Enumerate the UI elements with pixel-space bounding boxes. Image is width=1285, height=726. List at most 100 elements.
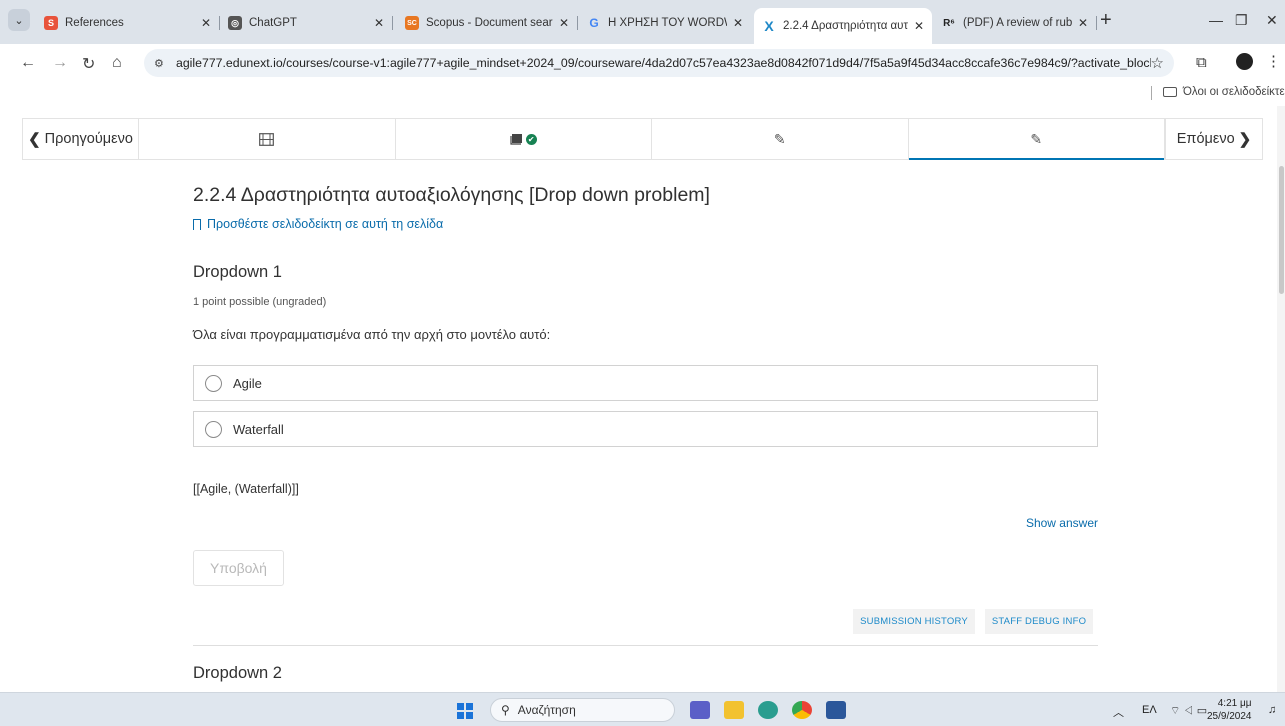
sequence-tab-reading[interactable]: ✔ [396,119,652,159]
close-tab-icon[interactable]: ✕ [1078,16,1088,30]
next-button[interactable]: Επόμενο ❯ [1165,119,1262,159]
show-answer-link[interactable]: Show answer [1026,516,1098,530]
close-tab-icon[interactable]: ✕ [374,16,384,30]
browser-toolbar: ← → ↻ ⌂ ⚙ agile777.edunext.io/courses/co… [0,44,1285,82]
page-scrollbar[interactable] [1277,106,1285,692]
tab-title: References [65,17,124,29]
submission-history-button[interactable]: SUBMISSION HISTORY [853,609,975,634]
scopus-favicon-icon: SC [405,16,419,30]
video-icon [259,132,275,146]
close-tab-icon[interactable]: ✕ [559,16,569,30]
tab-separator [1096,16,1097,30]
browser-tab[interactable]: ◎ ChatGPT ✕ [220,8,393,38]
problem-divider [193,645,1098,646]
tab-search-menu-button[interactable]: ⌄ [8,9,30,31]
windows-taskbar: ⚲ Αναζήτηση ︿ ΕΛ ⌔ ◁ ▭ 4:21 μμ 25/9/2024… [0,692,1285,726]
tab-title: (PDF) A review of rubric us [963,17,1072,29]
chrome-icon[interactable] [792,701,812,719]
sequence-tab-video[interactable] [139,119,396,159]
tab-title: 2.2.4 Δραστηριότητα αυτο [783,20,908,32]
chatgpt-favicon-icon: ◎ [228,16,242,30]
tab-separator [577,16,578,30]
clock-time: 4:21 μμ [1217,698,1252,709]
more-menu-icon[interactable]: ⋮ [1266,52,1281,70]
staff-debug-info-button[interactable]: STAFF DEBUG INFO [985,609,1093,634]
close-tab-icon[interactable]: ✕ [914,19,924,33]
restore-window-button[interactable]: ❐ [1235,12,1248,29]
sequence-tab-problem[interactable]: ✎ [652,119,909,159]
reload-icon[interactable]: ↻ [82,54,95,74]
submit-button[interactable]: Υποβολή [193,550,284,586]
edit-icon: ✎ [773,130,786,147]
address-bar[interactable]: ⚙ agile777.edunext.io/courses/course-v1:… [144,49,1174,77]
sequence-tab-problem-active[interactable]: ✎ [908,119,1165,160]
completed-check-icon: ✔ [525,133,537,145]
notification-bell-icon[interactable]: ♫ [1268,704,1276,716]
close-tab-icon[interactable]: ✕ [733,16,743,30]
radio-button[interactable] [205,374,222,392]
browser-tab[interactable]: G Η ΧΡΗΣΗ ΤΟΥ WORDWALL ✕ [579,8,751,38]
taskbar-search-label: Αναζήτηση [517,703,576,717]
tray-overflow-icon[interactable]: ︿ [1113,704,1124,720]
choice-option[interactable]: Waterfall [193,411,1098,447]
radio-button[interactable] [205,420,222,438]
site-settings-icon[interactable]: ⚙ [154,57,170,70]
all-bookmarks-button[interactable]: Όλοι οι σελιδοδείκτες [1163,86,1285,98]
browser-tab[interactable]: R⁶ (PDF) A review of rubric us ✕ [934,8,1097,38]
taskbar-clock[interactable]: 4:21 μμ 25/9/2024 [1207,697,1252,723]
chevron-right-icon: ❯ [1238,131,1252,148]
choice-option[interactable]: Agile [193,365,1098,401]
previous-button[interactable]: ❮ Προηγούμενο [23,119,139,159]
close-window-button[interactable]: ✕ [1266,12,1278,29]
edge-icon[interactable] [758,701,778,719]
problem-points: 1 point possible (ungraded) [193,296,327,308]
forward-arrow-icon[interactable]: → [52,54,68,72]
bookmark-star-icon[interactable]: ☆ [1151,54,1164,72]
google-favicon-icon: G [589,16,599,30]
back-arrow-icon[interactable]: ← [20,54,36,72]
input-language-indicator[interactable]: ΕΛ [1142,704,1157,716]
close-tab-icon[interactable]: ✕ [201,16,211,30]
url-text[interactable]: agile777.edunext.io/courses/course-v1:ag… [176,56,1151,70]
profile-avatar[interactable] [1236,53,1253,70]
edunext-favicon-icon: X [764,18,774,34]
browser-tab-strip: ⌄ S References ✕ ◎ ChatGPT ✕ SC Scopus -… [0,0,1285,44]
problem-question: Όλα είναι προγραμματισμένα από την αρχή … [193,327,551,342]
word-icon[interactable] [826,701,846,719]
choice-label: Agile [233,375,262,391]
file-explorer-icon[interactable] [724,701,744,719]
bookmark-page-link[interactable]: Προσθέστε σελιδοδείκτη σε αυτή τη σελίδα [193,217,443,231]
browser-tab-active[interactable]: X 2.2.4 Δραστηριότητα αυτο ✕ [754,8,932,44]
browser-tab[interactable]: S References ✕ [36,8,220,38]
tab-separator [392,16,393,30]
previous-label: Προηγούμενο [44,131,133,147]
next-label: Επόμενο [1176,131,1235,147]
edit-icon: ✎ [1030,130,1043,147]
sequence-navigation: ❮ Προηγούμενο ✔ ✎ ✎ Επόμενο ❯ [22,118,1263,160]
home-icon[interactable]: ⌂ [112,54,122,72]
tab-title: ChatGPT [249,17,297,29]
tab-title: Η ΧΡΗΣΗ ΤΟΥ WORDWALL [608,17,727,29]
choice-label: Waterfall [233,421,284,437]
windows-start-icon[interactable] [457,703,473,719]
problem-title: Dropdown 1 [193,263,282,281]
bookmarks-bar: Όλοι οι σελιδοδείκτες [0,82,1285,106]
folder-icon [1163,87,1177,97]
new-tab-button[interactable]: + [1100,10,1112,30]
search-icon: ⚲ [501,703,510,717]
all-bookmarks-label: Όλοι οι σελιδοδείκτες [1183,86,1285,98]
unit-title: 2.2.4 Δραστηριότητα αυτοαξιολόγησης [Dro… [193,184,710,206]
minimize-window-button[interactable]: — [1209,12,1223,28]
taskbar-search-box[interactable]: ⚲ Αναζήτηση [490,698,675,722]
bookmark-icon [193,218,201,230]
tab-title: Scopus - Document search [426,17,553,29]
teams-icon[interactable] [690,701,710,719]
browser-tab[interactable]: SC Scopus - Document search ✕ [397,8,578,38]
problem-title: Dropdown 2 [193,664,282,682]
scrollbar-thumb[interactable] [1279,166,1284,294]
wifi-volume-battery-icon[interactable]: ⌔ ◁ ▭ [1170,704,1207,718]
extensions-icon[interactable]: ⧉ [1196,54,1207,71]
course-page: ❮ Προηγούμενο ✔ ✎ ✎ Επόμενο ❯ 2.2.4 Δρασ… [0,106,1285,692]
answer-text: [[Agile, (Waterfall)]] [193,482,299,496]
clock-date: 25/9/2024 [1207,711,1252,722]
